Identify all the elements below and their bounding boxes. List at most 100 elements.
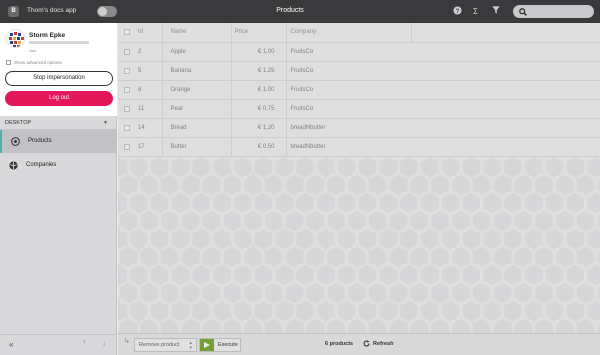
sidebar-item-label: Products	[28, 138, 52, 144]
row-checkbox[interactable]	[124, 143, 130, 150]
column-header-name[interactable]: Name	[161, 23, 231, 43]
hex-tile	[192, 301, 210, 321]
logout-button[interactable]: Log out	[5, 91, 113, 106]
row-checkbox[interactable]	[124, 67, 130, 74]
hex-tile	[118, 157, 127, 177]
hex-tile	[535, 247, 553, 267]
avatar[interactable]	[6, 29, 25, 48]
sidebar-item-products[interactable]: Products	[0, 130, 117, 153]
hex-tile	[254, 301, 273, 321]
cell-price: € 1.00	[230, 80, 286, 100]
hex-tile	[493, 175, 512, 195]
hex-tile	[338, 157, 356, 177]
cell-name: Bread	[161, 118, 231, 138]
user-email-bar	[29, 41, 89, 44]
hex-tile	[473, 319, 491, 333]
cell-price: € 1.20	[230, 118, 286, 138]
stop-impersonation-button[interactable]: Stop impersonation	[5, 71, 113, 86]
row-select-cell	[118, 137, 136, 157]
hex-tile	[182, 283, 200, 303]
refresh-button[interactable]: Refresh	[363, 340, 393, 347]
hex-tile	[431, 211, 449, 231]
advanced-options-checkbox[interactable]: Show advanced options	[6, 60, 62, 65]
row-checkbox[interactable]	[124, 124, 130, 131]
column-header-spacer	[410, 23, 600, 43]
row-checkbox[interactable]	[124, 86, 130, 93]
cell-spacer	[411, 42, 600, 62]
mode-toggle[interactable]	[97, 6, 117, 17]
hex-tile	[421, 193, 439, 213]
hex-tile	[452, 283, 470, 303]
cell-name: Apple	[161, 42, 231, 62]
upload-icon[interactable]: ⤒	[83, 341, 86, 348]
table-row[interactable]: 17 Butter € 0.50 breadNbutter	[118, 137, 600, 157]
column-header-price[interactable]: Price	[230, 23, 286, 43]
select-all-checkbox[interactable]	[124, 29, 130, 36]
hex-tile	[493, 247, 512, 267]
hex-tile	[514, 247, 532, 267]
hex-tile	[140, 175, 158, 195]
hex-tile	[369, 319, 387, 333]
page-title: Products	[276, 7, 304, 14]
hex-tile	[483, 301, 501, 321]
table-row[interactable]: 5 Banana € 1.25 FruitsCo	[118, 61, 600, 81]
cell-spacer	[411, 80, 600, 100]
table-row[interactable]: 11 Pear € 0.75 FruitsCo	[118, 99, 600, 119]
row-checkbox[interactable]	[124, 48, 130, 55]
hex-tile	[150, 265, 169, 285]
hex-tile	[577, 247, 595, 267]
user-card: Storm Epke User Show advanced options St…	[0, 23, 117, 116]
hex-tile	[473, 211, 491, 231]
hex-tile	[306, 283, 325, 303]
table-row[interactable]: 8 Orange € 1.00 FruitsCo	[118, 80, 600, 100]
hex-tile	[265, 211, 283, 231]
hex-tile	[587, 193, 600, 213]
section-label: DESKTOP	[5, 120, 32, 126]
hex-tile	[587, 301, 600, 321]
download-icon[interactable]: ⤓	[103, 341, 106, 348]
table-row[interactable]: 2 Apple € 1.00 FruitsCo	[118, 42, 600, 62]
sidebar-item-companies[interactable]: Companies	[0, 154, 117, 177]
cell-company: breadNbutter	[285, 118, 411, 138]
hex-tile	[462, 265, 480, 285]
hex-tile	[244, 283, 262, 303]
filter-icon[interactable]	[490, 6, 501, 17]
hex-tile	[119, 175, 138, 195]
row-checkbox[interactable]	[124, 105, 130, 112]
hex-tile	[514, 283, 532, 303]
hex-tile	[587, 265, 600, 285]
hex-tile	[265, 283, 283, 303]
checkbox-box[interactable]	[6, 60, 11, 65]
hex-tile	[327, 211, 345, 231]
column-header-id[interactable]: Id	[136, 23, 162, 43]
hex-tile	[535, 175, 553, 195]
hex-tile	[431, 247, 449, 267]
hex-tile	[275, 193, 293, 213]
help-icon[interactable]: ?	[452, 6, 463, 17]
hex-tile	[525, 157, 543, 177]
advanced-options-label: Show advanced options	[14, 60, 62, 65]
hex-tile	[410, 319, 428, 333]
cell-name: Orange	[161, 80, 231, 100]
hex-tile	[317, 193, 335, 213]
hex-tile	[400, 157, 418, 177]
collapse-sidebar-icon[interactable]: «	[9, 340, 13, 349]
hex-tile	[441, 301, 460, 321]
search-input[interactable]	[513, 5, 594, 18]
hex-tile	[369, 283, 387, 303]
hex-tile	[130, 157, 148, 177]
sigma-icon[interactable]: Σ	[470, 6, 481, 17]
row-select-cell	[118, 80, 136, 100]
execute-button[interactable]: Execute	[199, 338, 241, 352]
hex-tile	[431, 319, 449, 333]
hex-tile	[234, 193, 252, 213]
hex-tile	[234, 229, 252, 249]
section-selector[interactable]: DESKTOP ▼	[0, 116, 117, 130]
app-logo[interactable]: B	[8, 6, 19, 17]
column-header-company[interactable]: Company	[285, 23, 411, 43]
hex-tile	[369, 247, 387, 267]
row-select-cell	[118, 118, 136, 138]
cell-company: FruitsCo	[285, 99, 411, 119]
action-select[interactable]: Remove product ▴ ▾	[134, 338, 197, 352]
table-row[interactable]: 14 Bread € 1.20 breadNbutter	[118, 118, 600, 138]
